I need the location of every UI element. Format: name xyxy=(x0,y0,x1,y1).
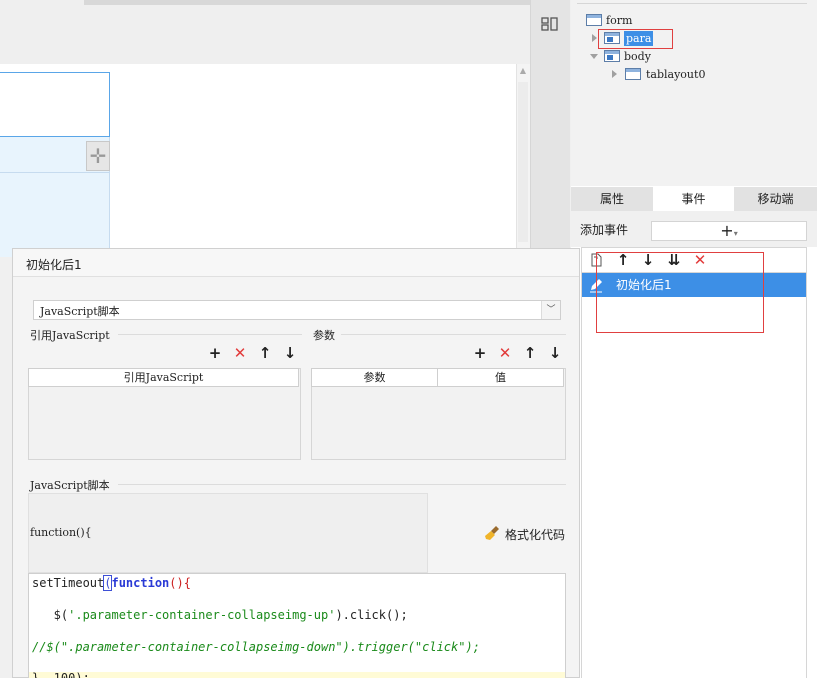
layout-icon xyxy=(625,68,641,80)
move-up-param-icon[interactable]: ↑ xyxy=(522,345,538,361)
code-token: $( xyxy=(32,608,69,622)
section-divider xyxy=(118,484,566,485)
tree-item-form[interactable]: form xyxy=(606,13,632,29)
code-line-4: }, 100); xyxy=(32,671,90,678)
function-header-text: function(){ xyxy=(30,526,92,539)
scroll-up-arrow-icon[interactable]: ▲ xyxy=(516,66,530,78)
code-line-2: $('.parameter-container-collapseimg-up')… xyxy=(32,608,408,622)
broom-icon[interactable] xyxy=(485,525,501,541)
format-code-button[interactable]: 格式化代码 xyxy=(505,526,565,543)
dropdown-arrow-icon: ▾ xyxy=(733,229,738,238)
collapse-arrow-icon[interactable] xyxy=(590,54,598,59)
scrollbar-thumb[interactable] xyxy=(518,82,528,242)
annotation-box-events xyxy=(596,252,764,333)
move-down-param-icon[interactable]: ↓ xyxy=(547,345,563,361)
code-token: ).click(); xyxy=(335,608,408,622)
add-ref-icon[interactable]: + xyxy=(207,345,223,361)
row-divider xyxy=(0,172,110,173)
ref-js-section-title: 引用JavaScript xyxy=(30,329,110,342)
code-token: (){ xyxy=(169,576,191,590)
tab-mobile[interactable]: 移动端 xyxy=(734,187,817,211)
tree-item-body[interactable]: body xyxy=(624,49,651,65)
code-line-3: //$(".parameter-container-collapseimg-do… xyxy=(32,640,480,654)
section-divider xyxy=(341,334,566,335)
add-widget-icon[interactable]: ✛ xyxy=(86,141,110,171)
expand-arrow-icon[interactable] xyxy=(592,34,597,42)
tab-properties[interactable]: 属性 xyxy=(571,187,653,211)
tree-top-border xyxy=(577,0,807,4)
current-line-highlight xyxy=(29,672,565,678)
section-divider xyxy=(118,334,302,335)
code-line-1: setTimeout(function(){ xyxy=(32,575,191,591)
value-column-header[interactable]: 值 xyxy=(437,368,564,387)
add-param-icon[interactable]: + xyxy=(472,345,488,361)
param-column-header[interactable]: 参数 xyxy=(311,368,438,387)
body-widget-icon xyxy=(604,50,620,62)
annotation-box-para xyxy=(598,29,673,49)
dialog-title: 初始化后1 xyxy=(26,258,82,272)
code-token: setTimeout xyxy=(32,576,105,590)
add-event-plus: + xyxy=(720,221,734,240)
script-section-title: JavaScript脚本 xyxy=(30,479,110,492)
keyword-token: function xyxy=(111,576,170,590)
add-event-label: 添加事件 xyxy=(580,223,629,237)
tree-item-tablayout0[interactable]: tablayout0 xyxy=(646,67,705,83)
layout-icon xyxy=(586,14,602,26)
move-up-ref-icon[interactable]: ↑ xyxy=(257,345,273,361)
delete-ref-icon[interactable]: ✕ xyxy=(232,345,248,361)
parameter-widget-frame[interactable] xyxy=(0,72,110,137)
move-down-ref-icon[interactable]: ↓ xyxy=(282,345,298,361)
split-view-icon[interactable] xyxy=(540,14,562,36)
dialog-title-bar[interactable] xyxy=(13,249,579,277)
event-list xyxy=(581,273,807,678)
event-type-value: JavaScript脚本 xyxy=(40,305,120,318)
add-event-button[interactable]: +▾ xyxy=(651,221,807,241)
canvas-header-area xyxy=(0,0,530,64)
canvas-top-scrollbar[interactable] xyxy=(84,0,530,5)
delete-param-icon[interactable]: ✕ xyxy=(497,345,513,361)
chevron-down-icon[interactable]: ﹀ xyxy=(541,301,560,319)
expand-arrow-icon[interactable] xyxy=(612,70,617,78)
string-token: '.parameter-container-collapseimg-up' xyxy=(68,608,336,622)
tab-events[interactable]: 事件 xyxy=(653,187,734,211)
params-section-title: 参数 xyxy=(313,329,335,342)
ref-js-column-header[interactable]: 引用JavaScript xyxy=(28,368,299,387)
